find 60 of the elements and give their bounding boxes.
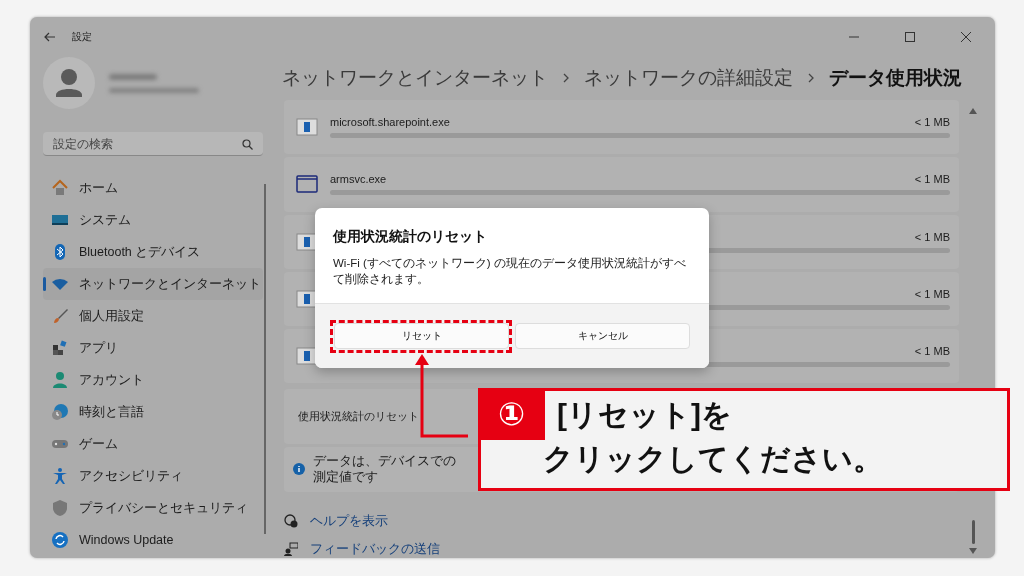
instruction-text: [リセット]を [557,397,733,433]
maximize-icon[interactable] [905,32,915,42]
back-arrow-icon[interactable] [44,32,56,42]
nav-item[interactable]: アプリ [43,332,263,364]
sync-icon [51,531,69,549]
usage-amount: < 1 MB [914,230,950,243]
chevron-icon [807,72,815,84]
usage-amount: < 1 MB [914,287,950,300]
nav-item[interactable]: システム [43,204,263,236]
nav-item[interactable]: プライバシーとセキュリティ [43,492,263,524]
nav-item[interactable]: ネットワークとインターネット [43,268,263,300]
app-name: armsvc.exe [330,173,387,186]
close-icon[interactable] [961,32,971,42]
accessibility-icon [51,467,69,485]
reset-button[interactable]: リセット [334,323,509,349]
dialog-title: 使用状況統計のリセット [333,228,488,246]
info-icon [293,463,305,476]
scroll-thumb[interactable] [971,520,975,544]
shield-icon [51,499,69,517]
search-field[interactable]: 設定の検索 [43,132,263,156]
scroll-down-icon[interactable] [969,548,977,554]
instruction-text: クリックしてください。 [543,441,883,477]
search-icon [242,139,253,150]
reset-label: 使用状況統計のリセット [298,408,419,424]
info-text: データは、デバイスでの測定値です [313,453,457,486]
brush-icon [51,307,69,325]
apps-icon [51,339,69,357]
blurred-name [109,73,157,80]
nav-item[interactable]: アクセシビリティ [43,460,263,492]
help-link[interactable]: ヘルプを表示 [310,513,388,530]
app-name: microsoft.sharepoint.exe [330,116,450,129]
cancel-button[interactable]: キャンセル [515,323,690,349]
nav-item[interactable]: 時刻と言語 [43,396,263,428]
usage-amount: < 1 MB [914,116,950,129]
scroll-up-icon[interactable] [969,108,977,114]
nav-item[interactable]: ゲーム [43,428,263,460]
nav-item[interactable]: 個人用設定 [43,300,263,332]
home-icon [51,179,69,197]
nav-item[interactable]: Bluetooth とデバイス [43,236,263,268]
help-link[interactable]: フィードバックの送信 [310,541,440,558]
app-window-icon [296,232,318,251]
avatar-icon [43,57,95,109]
nav-item[interactable]: Windows Update [43,524,263,556]
usage-amount: < 1 MB [914,345,950,358]
app-window-icon [296,175,318,194]
person-icon [51,371,69,389]
step-number: ① [478,388,545,440]
nav-item[interactable]: ホーム [43,172,263,204]
app-window-icon [296,118,318,137]
page-title: データ使用状況 [829,66,962,90]
window-title: 設定 [72,30,92,44]
usage-amount: < 1 MB [914,173,950,186]
breadcrumb-link[interactable]: ネットワークとインターネット [282,65,548,91]
help-icon [284,514,298,529]
feedback-icon [284,542,298,557]
chevron-icon [562,72,570,84]
dialog-message: Wi-Fi (すべてのネットワーク) の現在のデータ使用状況統計がすべて削除されます。 [333,256,687,287]
globe-clock-icon [51,403,69,421]
breadcrumb-link[interactable]: ネットワークの詳細設定 [584,65,793,91]
nav-item[interactable]: アカウント [43,364,263,396]
